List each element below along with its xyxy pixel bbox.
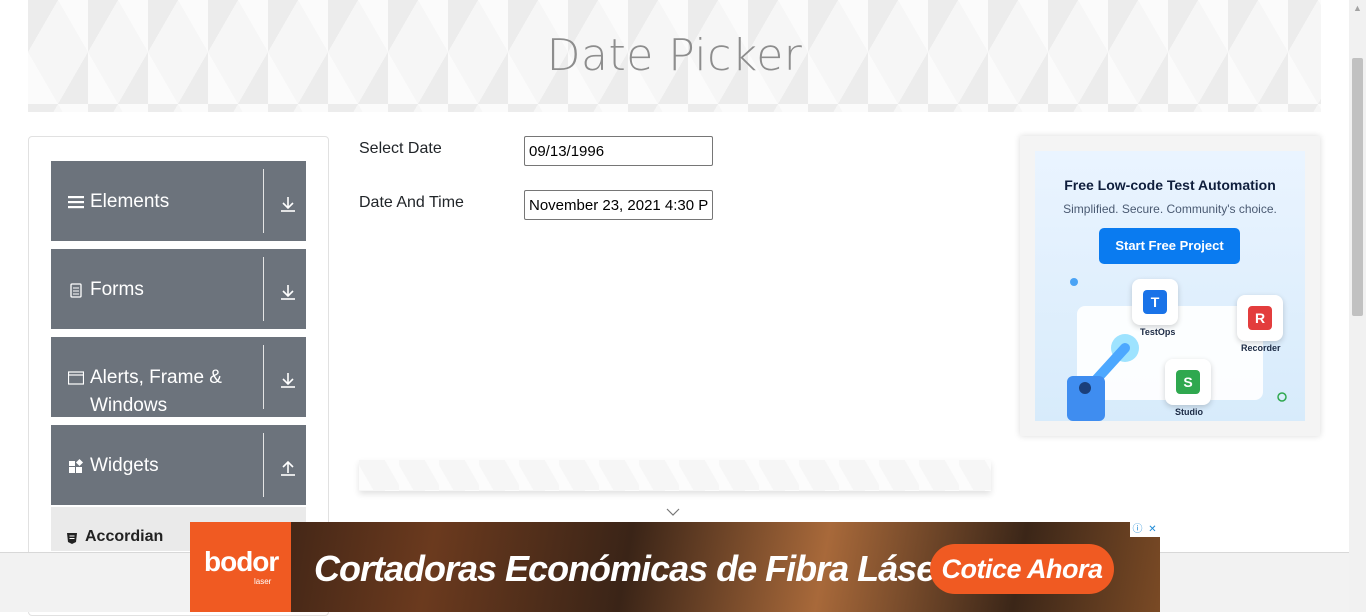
studio-logo-icon: S bbox=[1176, 370, 1200, 394]
chevron-down-icon[interactable] bbox=[666, 505, 680, 519]
bodor-logo: bodor laser bbox=[190, 522, 291, 612]
date-and-time-input[interactable] bbox=[524, 190, 713, 220]
date-and-time-label: Date And Time bbox=[359, 194, 464, 211]
bottom-ad-banner[interactable]: bodor laser Cortadoras Económicas de Fib… bbox=[190, 522, 1160, 612]
sidebar-item-label: Accordian bbox=[85, 528, 164, 545]
select-date-input[interactable] bbox=[524, 136, 713, 166]
testops-logo-icon: T bbox=[1143, 290, 1167, 314]
sidebar-group-alerts[interactable]: Alerts, Frame & Windows bbox=[51, 337, 306, 417]
studio-label: Studio bbox=[1175, 407, 1203, 417]
robot-arm-icon bbox=[1067, 334, 1139, 421]
recorder-logo-icon: R bbox=[1248, 306, 1272, 330]
sidebar-group-elements[interactable]: Elements bbox=[51, 161, 306, 241]
download-arrow-icon[interactable] bbox=[279, 283, 297, 301]
ad-subline: Simplified. Secure. Community's choice. bbox=[1063, 202, 1277, 216]
start-free-project-button[interactable]: Start Free Project bbox=[1099, 228, 1240, 264]
bottom-ad-headline: Cortadoras Económicas de Fibra Láser bbox=[314, 548, 949, 589]
document-icon bbox=[68, 282, 84, 298]
dot-icon bbox=[1070, 278, 1078, 286]
divider bbox=[263, 257, 264, 321]
mid-ad-placeholder bbox=[359, 460, 991, 491]
studio-tile: S bbox=[1165, 359, 1211, 405]
header-banner: Date Picker bbox=[28, 0, 1321, 112]
ring-icon bbox=[1277, 392, 1287, 402]
recorder-tile: R bbox=[1237, 295, 1283, 341]
page-title: Date Picker bbox=[546, 30, 803, 81]
scroll-up-arrow-icon[interactable]: ▲ bbox=[1349, 0, 1366, 17]
testops-tile: T bbox=[1132, 279, 1178, 325]
sidebar-group-label: Alerts, Frame & Windows bbox=[90, 367, 222, 416]
divider bbox=[263, 433, 264, 497]
testops-label: TestOps bbox=[1140, 327, 1176, 337]
ad-controls: ⓘ ✕ bbox=[1130, 522, 1160, 537]
sidebar-group-label: Widgets bbox=[90, 455, 159, 476]
scroll-thumb[interactable] bbox=[1352, 58, 1363, 316]
divider bbox=[263, 345, 264, 409]
bodor-logo-sub: laser bbox=[254, 577, 272, 586]
sidebar-group-label: Elements bbox=[90, 191, 170, 212]
sidebar-group-label: Forms bbox=[90, 279, 144, 300]
close-icon[interactable]: ✕ bbox=[1146, 523, 1159, 536]
sidebar-group-forms[interactable]: Forms bbox=[51, 249, 306, 329]
vertical-scrollbar[interactable]: ▲ bbox=[1349, 0, 1366, 612]
bodor-logo-text: bodor bbox=[204, 546, 279, 577]
window-icon bbox=[67, 370, 85, 386]
select-date-label: Select Date bbox=[359, 140, 442, 157]
cotice-ahora-button[interactable]: Cotice Ahora bbox=[930, 544, 1114, 594]
ad-headline: Free Low-code Test Automation bbox=[1064, 177, 1276, 193]
download-arrow-icon[interactable] bbox=[279, 371, 297, 389]
widgets-icon bbox=[68, 458, 84, 474]
recorder-label: Recorder bbox=[1241, 343, 1281, 353]
sidebar-ad[interactable]: Free Low-code Test Automation Simplified… bbox=[1020, 136, 1320, 436]
upload-arrow-icon[interactable] bbox=[279, 459, 297, 477]
divider bbox=[263, 169, 264, 233]
download-arrow-icon[interactable] bbox=[279, 195, 297, 213]
ad-banner[interactable]: Free Low-code Test Automation Simplified… bbox=[1035, 151, 1305, 421]
sidebar-group-widgets[interactable]: Widgets bbox=[51, 425, 306, 505]
info-icon[interactable]: ⓘ bbox=[1131, 523, 1144, 536]
hamburger-icon bbox=[68, 194, 84, 210]
shield-icon bbox=[66, 531, 78, 544]
